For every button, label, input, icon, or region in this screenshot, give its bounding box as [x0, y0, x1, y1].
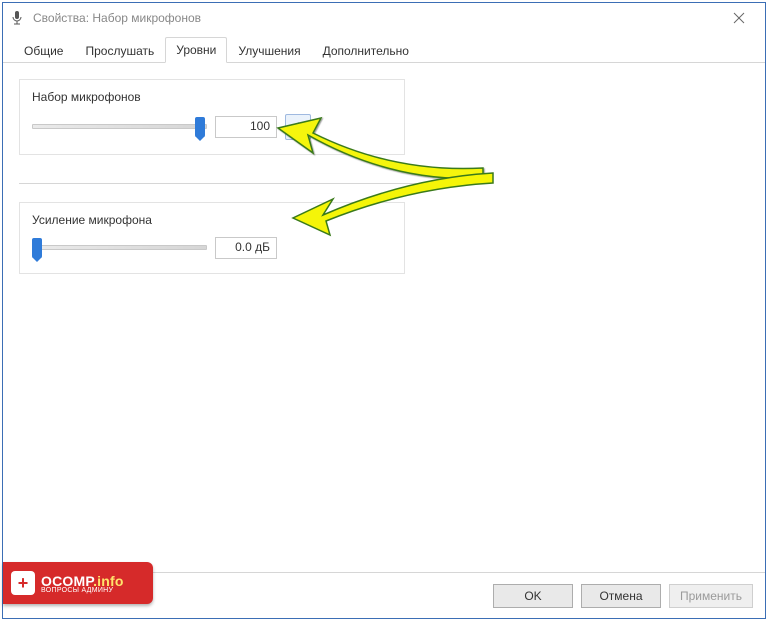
microphone-level-slider[interactable]: [32, 117, 207, 137]
apply-button[interactable]: Применить: [669, 584, 753, 608]
group-microphone-array: Набор микрофонов 100: [19, 79, 405, 155]
close-button[interactable]: [719, 4, 759, 32]
group-microphone-boost-label: Усиление микрофона: [32, 213, 392, 227]
microphone-icon: [9, 10, 25, 26]
speaker-button[interactable]: [285, 114, 311, 140]
tab-listen[interactable]: Прослушать: [74, 38, 165, 63]
tab-general[interactable]: Общие: [13, 38, 74, 63]
speaker-icon: [290, 119, 306, 135]
group-microphone-array-label: Набор микрофонов: [32, 90, 392, 104]
logo-subtext: ВОПРОСЫ АДМИНУ: [41, 587, 124, 594]
tabstrip: Общие Прослушать Уровни Улучшения Дополн…: [3, 33, 765, 63]
cancel-button[interactable]: Отмена: [581, 584, 661, 608]
window-title: Свойства: Набор микрофонов: [33, 11, 719, 25]
group-microphone-boost: Усиление микрофона 0.0 дБ: [19, 202, 405, 274]
tab-advanced[interactable]: Дополнительно: [312, 38, 420, 63]
tab-enhancements[interactable]: Улучшения: [227, 38, 311, 63]
titlebar: Свойства: Набор микрофонов: [3, 3, 765, 33]
tab-content: Набор микрофонов 100 Усиление м: [3, 63, 765, 573]
watermark-logo: + OCOMP.info ВОПРОСЫ АДМИНУ: [3, 562, 153, 604]
ok-button[interactable]: OK: [493, 584, 573, 608]
plus-icon: +: [11, 571, 35, 595]
properties-window: Свойства: Набор микрофонов Общие Прослуш…: [2, 2, 766, 619]
microphone-boost-value[interactable]: 0.0 дБ: [215, 237, 277, 259]
tab-levels[interactable]: Уровни: [165, 37, 227, 63]
microphone-boost-slider[interactable]: [32, 238, 207, 258]
divider: [19, 183, 469, 184]
microphone-level-value[interactable]: 100: [215, 116, 277, 138]
